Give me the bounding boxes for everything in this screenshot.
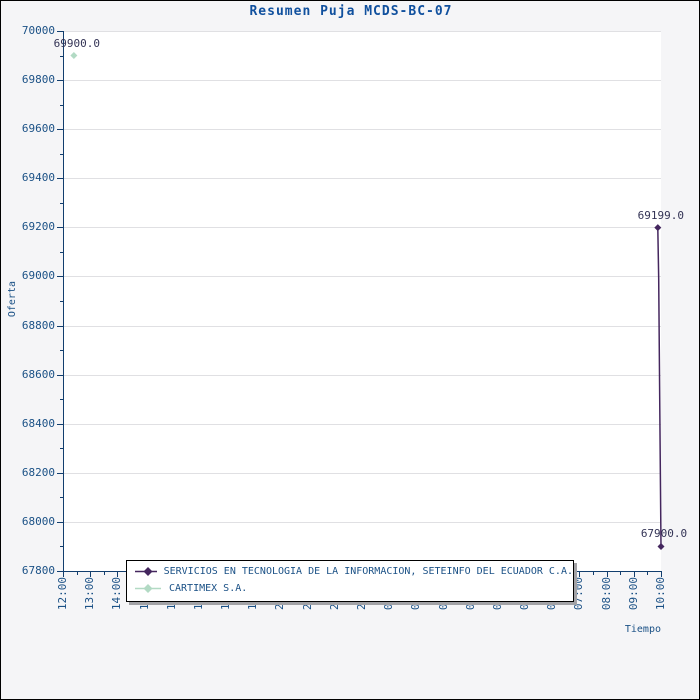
gridline <box>64 473 661 474</box>
x-tick-label: 09:00 <box>627 577 640 610</box>
y-minor-tick <box>60 56 63 57</box>
y-tick-label: 69200 <box>9 221 55 233</box>
gridline <box>64 522 661 523</box>
y-minor-tick <box>60 448 63 449</box>
y-tick-label: 68400 <box>9 418 55 430</box>
y-major-tick <box>57 522 63 523</box>
y-major-tick <box>57 80 63 81</box>
chart-window: Resumen Puja MCDS-BC-07 70000 69800 69600 6… <box>0 0 700 700</box>
y-axis-line <box>63 31 64 572</box>
y-tick-label: 68200 <box>9 467 55 479</box>
legend-item-seteinfo: SERVICIOS EN TECNOLOGIA DE LA INFORMACIO… <box>127 563 573 580</box>
y-minor-tick <box>60 350 63 351</box>
y-tick-label: 70000 <box>9 25 55 37</box>
gridline <box>64 80 661 81</box>
x-tick-label: 10:00 <box>654 577 667 610</box>
y-major-tick <box>57 326 63 327</box>
gridline <box>64 326 661 327</box>
y-tick-label: 69400 <box>9 172 55 184</box>
y-minor-tick <box>60 546 63 547</box>
y-major-tick <box>57 473 63 474</box>
gridline <box>64 375 661 376</box>
diamond-marker-icon <box>134 582 162 595</box>
legend-label: SERVICIOS EN TECNOLOGIA DE LA INFORMACIO… <box>164 566 573 577</box>
y-minor-tick <box>60 497 63 498</box>
y-tick-label: 68000 <box>9 516 55 528</box>
y-minor-tick <box>60 399 63 400</box>
y-minor-tick <box>60 105 63 106</box>
x-minor-tick <box>104 572 105 575</box>
y-tick-label: 67800 <box>9 565 55 577</box>
diamond-marker-icon <box>134 565 157 578</box>
y-axis-title: Oferta <box>6 281 19 317</box>
x-minor-tick <box>77 572 78 575</box>
chart-title: Resumen Puja MCDS-BC-07 <box>1 4 700 19</box>
x-minor-tick <box>620 572 621 575</box>
gridline <box>64 129 661 130</box>
point-value-label: 67900.0 <box>632 527 696 540</box>
y-major-tick <box>57 276 63 277</box>
y-major-tick <box>57 178 63 179</box>
gridline <box>64 227 661 228</box>
y-minor-tick <box>60 301 63 302</box>
legend-label: CARTIMEX S.A. <box>169 583 247 594</box>
y-major-tick <box>57 129 63 130</box>
x-minor-tick <box>647 572 648 575</box>
x-tick-label: 13:00 <box>83 577 96 610</box>
point-value-label: 69900.0 <box>45 37 109 50</box>
y-tick-label: 68800 <box>9 320 55 332</box>
x-tick-label: 12:00 <box>56 577 69 610</box>
x-tick-label: 14:00 <box>110 577 123 610</box>
x-minor-tick <box>593 572 594 575</box>
y-minor-tick <box>60 203 63 204</box>
y-minor-tick <box>60 252 63 253</box>
legend-item-cartimex: CARTIMEX S.A. <box>127 580 573 597</box>
y-major-tick <box>57 227 63 228</box>
y-major-tick <box>57 424 63 425</box>
point-value-label: 69199.0 <box>629 209 693 222</box>
x-axis-title: Tiempo <box>599 624 661 635</box>
y-tick-label: 69800 <box>9 74 55 86</box>
legend: SERVICIOS EN TECNOLOGIA DE LA INFORMACIO… <box>126 560 574 602</box>
gridline <box>64 178 661 179</box>
x-tick-label: 07:00 <box>572 577 585 610</box>
gridline <box>64 31 661 32</box>
plot-area <box>63 31 661 571</box>
y-major-tick <box>57 375 63 376</box>
y-tick-label: 69600 <box>9 123 55 135</box>
x-tick-label: 08:00 <box>600 577 613 610</box>
y-tick-label: 68600 <box>9 369 55 381</box>
y-major-tick <box>57 31 63 32</box>
y-minor-tick <box>60 154 63 155</box>
gridline <box>64 276 661 277</box>
gridline <box>64 424 661 425</box>
